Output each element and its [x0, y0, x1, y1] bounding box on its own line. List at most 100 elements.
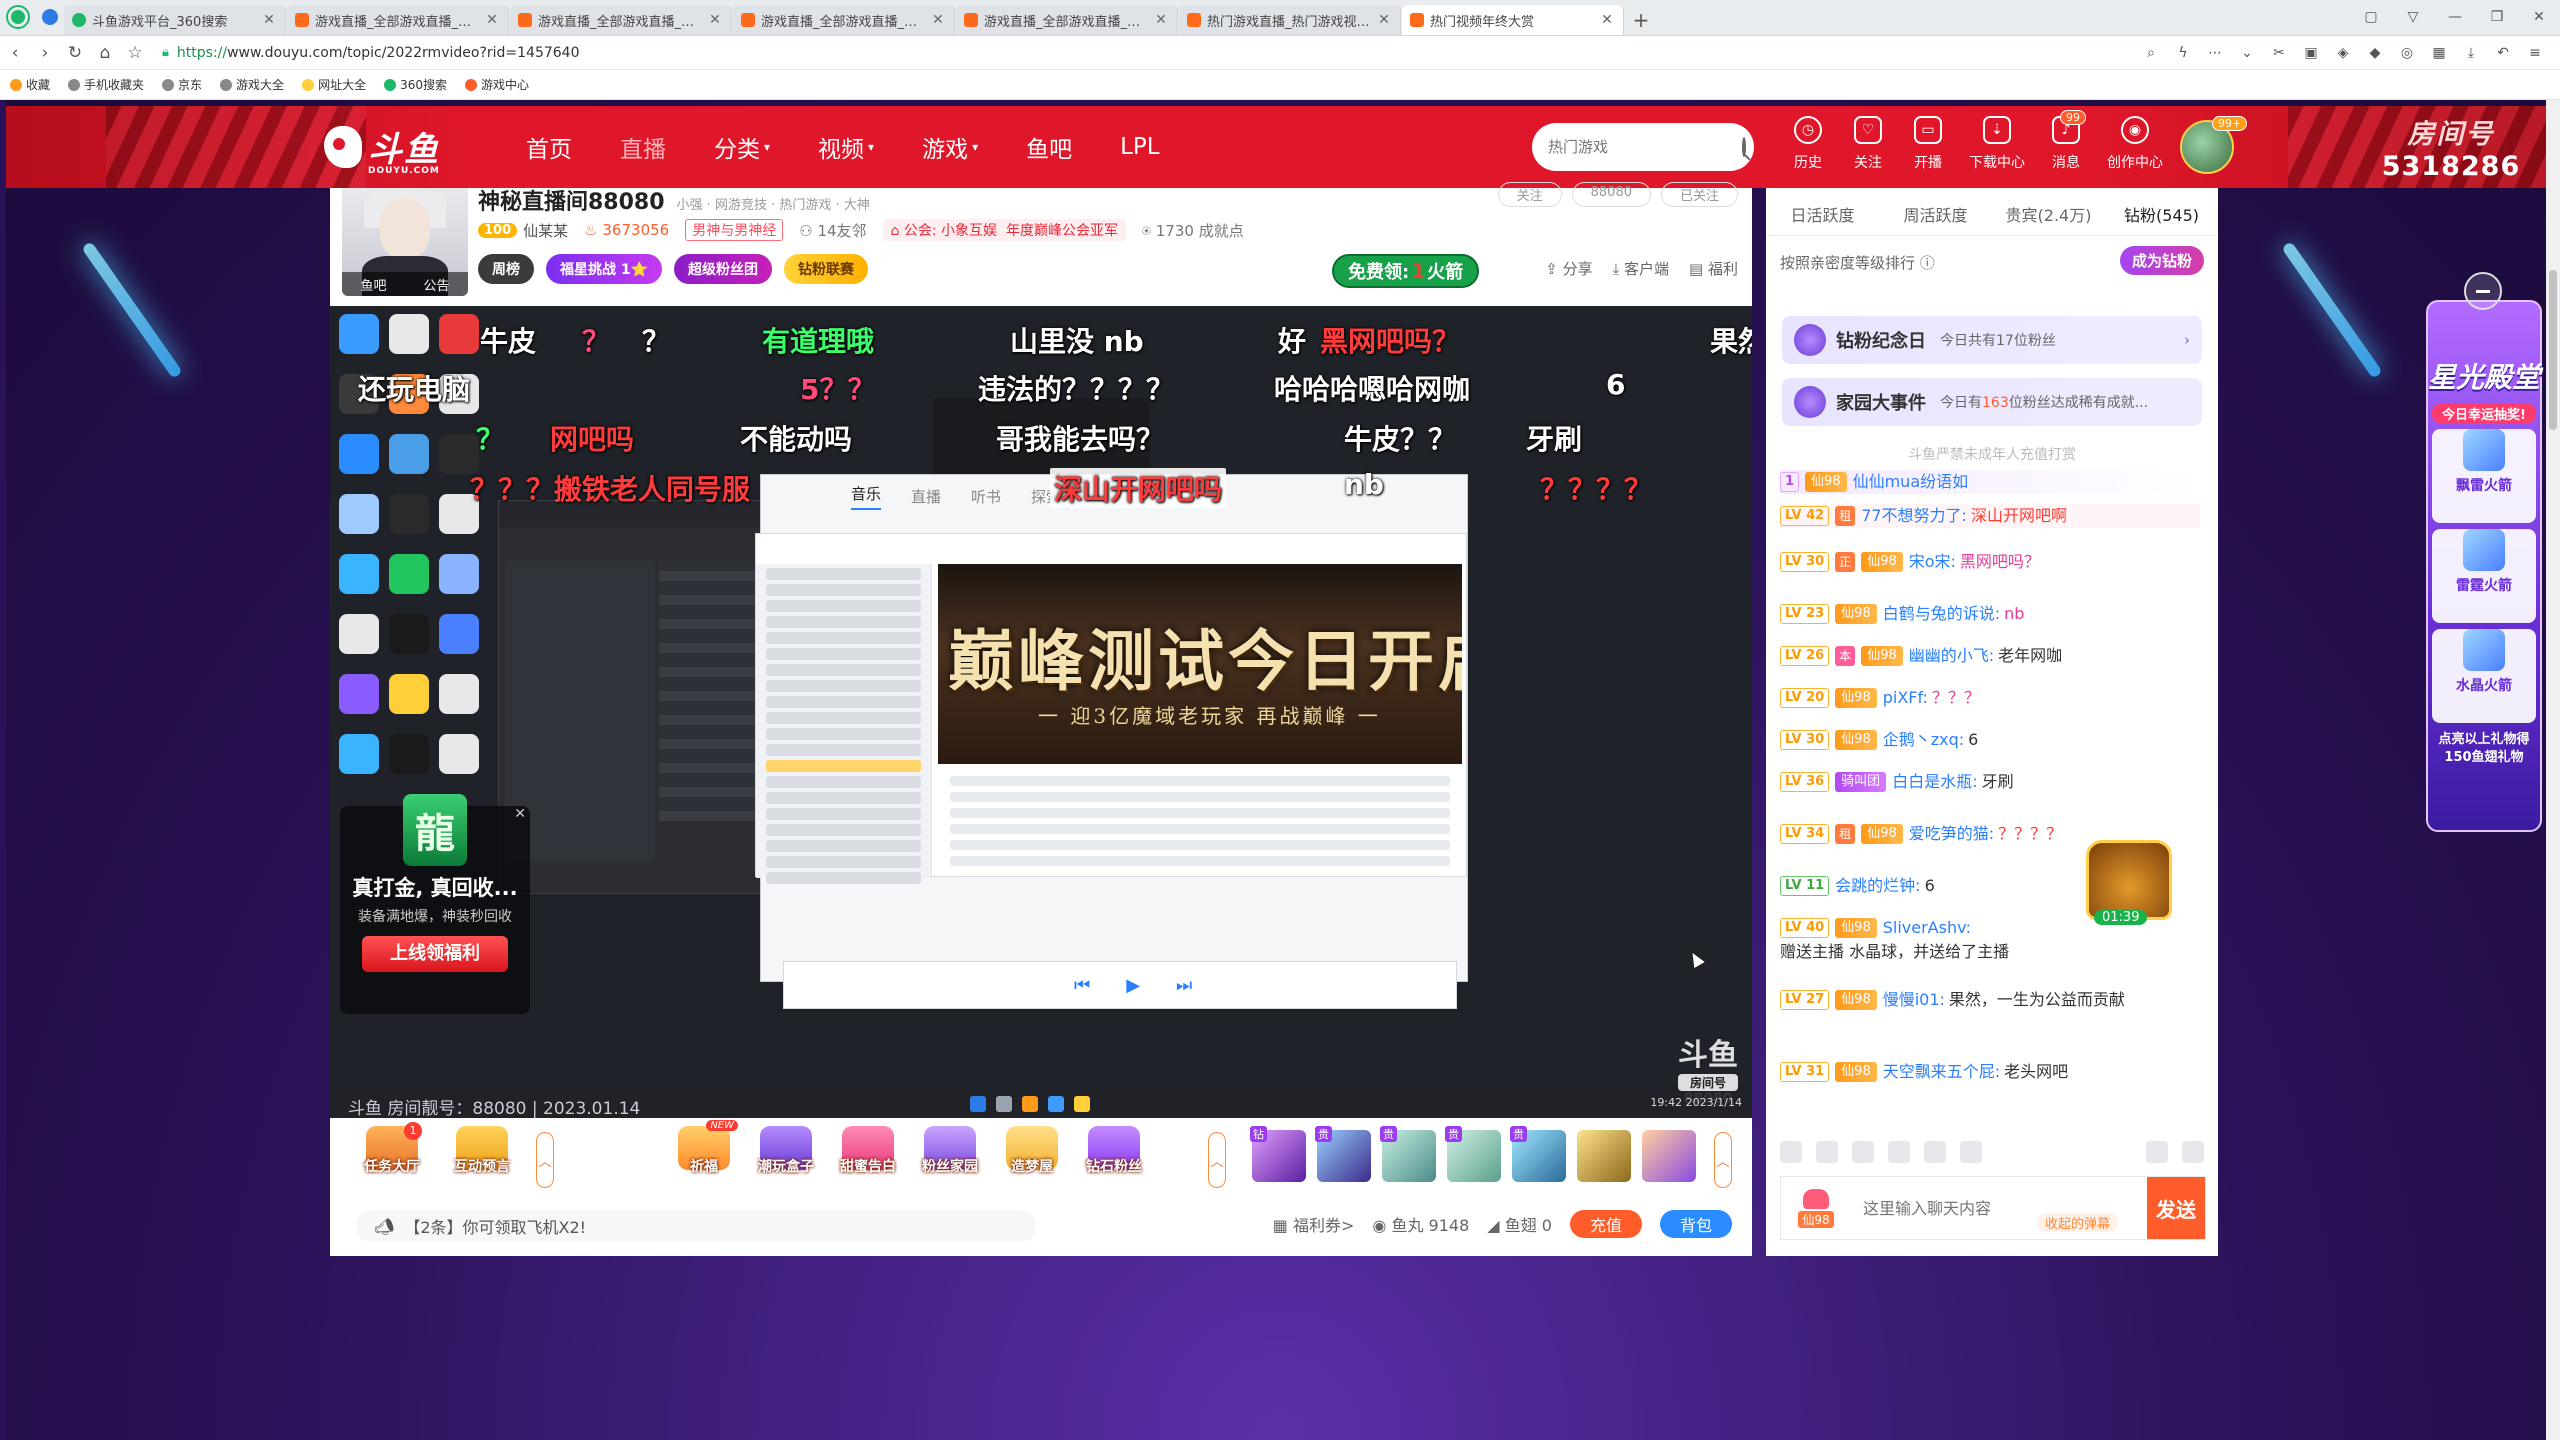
rank-tab[interactable]: 贵宾(2.4万): [1992, 202, 2105, 235]
anchor-avatar[interactable]: 鱼吧 公告: [342, 188, 468, 296]
browser-logo-icon[interactable]: [0, 0, 36, 35]
extension-icon-3[interactable]: ◆: [2364, 45, 2386, 61]
chat-username[interactable]: 77不想努力了:: [1861, 504, 1967, 528]
chat-username[interactable]: 企鹅丶zxq:: [1883, 728, 1964, 752]
anchor-tag[interactable]: 男神与男神经: [685, 219, 784, 241]
settings-icon[interactable]: [1960, 1141, 1982, 1163]
lightning-icon[interactable]: ϟ: [2172, 45, 2194, 61]
reload-button[interactable]: ↻: [60, 43, 90, 63]
menu-icon[interactable]: ≡: [2524, 45, 2546, 61]
window-menu-icon[interactable]: ▢: [2350, 9, 2392, 25]
chat-message[interactable]: LV 27 仙98 慢慢i01: 果然，一生为公益而贡献: [1780, 988, 2200, 1012]
header-location-button[interactable]: ◉ 创作中心: [2096, 116, 2174, 172]
prev-track-icon[interactable]: ⏮: [1074, 975, 1090, 996]
browser-tab[interactable]: 游戏直播_全部游戏直播_斗鱼直播✕: [733, 5, 955, 35]
toolbar-tool[interactable]: 任务大厅 1: [352, 1122, 432, 1176]
browser-tab[interactable]: 游戏直播_全部游戏直播_斗鱼直播✕: [510, 5, 732, 35]
search-icon[interactable]: [1742, 137, 1746, 157]
close-tab-icon[interactable]: ✕: [1599, 12, 1615, 28]
bookmark-item[interactable]: 网址大全: [302, 76, 366, 93]
gift-item[interactable]: 贵: [1380, 1126, 1436, 1182]
chat-username[interactable]: 白鹤与兔的诉说:: [1883, 602, 2000, 626]
chat-message[interactable]: LV 26 本仙98 幽幽的小飞: 老年网咖: [1780, 644, 2200, 668]
chat-message[interactable]: LV 36 骑叫团 白白是水瓶: 牙刷: [1780, 770, 2200, 794]
extension-icon-4[interactable]: ◎: [2396, 45, 2418, 61]
chat-message[interactable]: 1 仙98 仙仙mua纷语如: [1780, 470, 2200, 494]
emoji-icon[interactable]: [1780, 1141, 1802, 1163]
nav-item[interactable]: 游戏 ▾: [898, 106, 1002, 188]
ad-card[interactable]: ✕ 龍 真打金, 真回收... 装备满地爆，神装秒回收 上线领福利: [340, 794, 530, 1014]
rank-tab[interactable]: 钻粉(545): [2105, 202, 2218, 235]
bookmark-item[interactable]: 手机收藏夹: [68, 76, 144, 93]
gift-item[interactable]: [1642, 1130, 1696, 1182]
header-bell-button[interactable]: ♪ 消息 99: [2036, 110, 2096, 172]
barrage-toggle-icon[interactable]: [2146, 1141, 2168, 1163]
close-tab-icon[interactable]: ✕: [707, 12, 723, 28]
home-event-row[interactable]: 家园大事件 今日有163位粉丝达成稀有成就...: [1782, 378, 2202, 426]
download-icon[interactable]: ⤓: [2460, 45, 2482, 61]
welfare-button[interactable]: ▤ 福利: [1689, 258, 1738, 279]
close-tab-icon[interactable]: ✕: [261, 12, 277, 28]
chevron-up-icon[interactable]: ︿: [536, 1132, 554, 1188]
anchor-name[interactable]: 仙某某: [523, 220, 568, 241]
chat-username[interactable]: piXFf:: [1883, 686, 1928, 710]
gift-item[interactable]: [1577, 1130, 1631, 1182]
search-box[interactable]: [1532, 123, 1754, 171]
gift-item[interactable]: 贵: [1315, 1126, 1371, 1182]
chat-message[interactable]: LV 23 仙98 白鹤与兔的诉说: nb: [1780, 602, 2200, 626]
chat-username[interactable]: 白白是水瓶:: [1892, 770, 1977, 794]
search-input[interactable]: [1548, 138, 1742, 156]
close-tab-icon[interactable]: ✕: [1376, 12, 1392, 28]
close-tab-icon[interactable]: ✕: [930, 12, 946, 28]
gift-icon[interactable]: [1924, 1141, 1946, 1163]
toolbar-tool[interactable]: 粉丝家园: [910, 1126, 990, 1176]
follow-stub-item[interactable]: 关注: [1497, 182, 1562, 207]
undo-icon[interactable]: ↶: [2492, 45, 2514, 61]
extension-icon[interactable]: ▣: [2300, 45, 2322, 61]
lucky-challenge-chip[interactable]: 福星挑战 1⭐: [546, 254, 663, 284]
coupon-link[interactable]: ▦ 福利券>: [1273, 1212, 1355, 1236]
weekly-rank-chip[interactable]: 周榜: [478, 254, 534, 284]
toolbar-tool[interactable]: 钻石粉丝: [1074, 1126, 1154, 1176]
back-button[interactable]: ‹: [0, 43, 30, 63]
nav-item[interactable]: 鱼吧: [1002, 106, 1096, 188]
rank-tab[interactable]: 周活跃度: [1879, 202, 1992, 235]
charge-button[interactable]: 充值: [1569, 1210, 1642, 1238]
bookmark-item[interactable]: 游戏大全: [220, 76, 284, 93]
url-field[interactable]: https://www.douyu.com/topic/2022rmvideo?…: [177, 45, 2140, 61]
megaphone-icon[interactable]: [1816, 1141, 1838, 1163]
chat-username[interactable]: 仙仙mua纷语如: [1853, 470, 1969, 494]
grid-icon[interactable]: ▦: [2428, 45, 2450, 61]
play-icon[interactable]: ▶: [1126, 975, 1140, 996]
chat-username[interactable]: 天空飘来五个屁:: [1883, 1060, 2000, 1084]
ad-cta-button[interactable]: 上线领福利: [362, 936, 508, 972]
close-window-button[interactable]: ✕: [2518, 9, 2560, 25]
home-button[interactable]: ⌂: [90, 43, 120, 63]
promo-gift-1[interactable]: 飘雷火箭: [2432, 429, 2536, 523]
client-button[interactable]: ⤓ 客户端: [1613, 258, 1669, 279]
fishbar-link[interactable]: 鱼吧: [360, 275, 386, 294]
anniversary-row[interactable]: 钻粉纪念日 今日共有17位粉丝 ›: [1782, 316, 2202, 364]
chat-message[interactable]: LV 31 仙98 天空飘来五个屁: 老头网吧: [1780, 1060, 2200, 1084]
promo-gift-2[interactable]: 雷霆火箭: [2432, 529, 2536, 623]
minimize-icon[interactable]: [2464, 272, 2502, 310]
fan-badge-picker[interactable]: 仙98: [1781, 1177, 1851, 1239]
close-tab-icon[interactable]: ✕: [484, 12, 500, 28]
header-heart-button[interactable]: ♡ 关注: [1838, 116, 1898, 172]
next-track-icon[interactable]: ⏭: [1176, 975, 1192, 996]
chevron-up-icon[interactable]: ︿: [1714, 1132, 1732, 1188]
browser-tab[interactable]: 游戏直播_全部游戏直播_斗鱼直播✕: [956, 5, 1178, 35]
clear-icon[interactable]: [2182, 1141, 2204, 1163]
follow-stub-item[interactable]: 88080: [1571, 182, 1651, 207]
forward-button[interactable]: ›: [30, 43, 60, 63]
douyu-logo[interactable]: 斗鱼 DOUYU.COM: [324, 122, 440, 176]
chat-message[interactable]: LV 30 正仙98 宋o宋: 黑网吧吗？: [1780, 550, 2200, 574]
notice-link[interactable]: 公告: [423, 275, 449, 294]
nav-item[interactable]: 直播: [596, 106, 690, 188]
chevron-up-icon[interactable]: ︿: [1208, 1132, 1226, 1188]
chat-username[interactable]: 会跳的烂钟:: [1835, 874, 1920, 898]
chat-message[interactable]: LV 20 仙98 piXFf:？？？: [1780, 686, 2200, 710]
shield-icon[interactable]: [36, 0, 64, 35]
chat-username[interactable]: 宋o宋:: [1909, 550, 1956, 574]
bookmark-star-icon[interactable]: ☆: [120, 43, 150, 63]
